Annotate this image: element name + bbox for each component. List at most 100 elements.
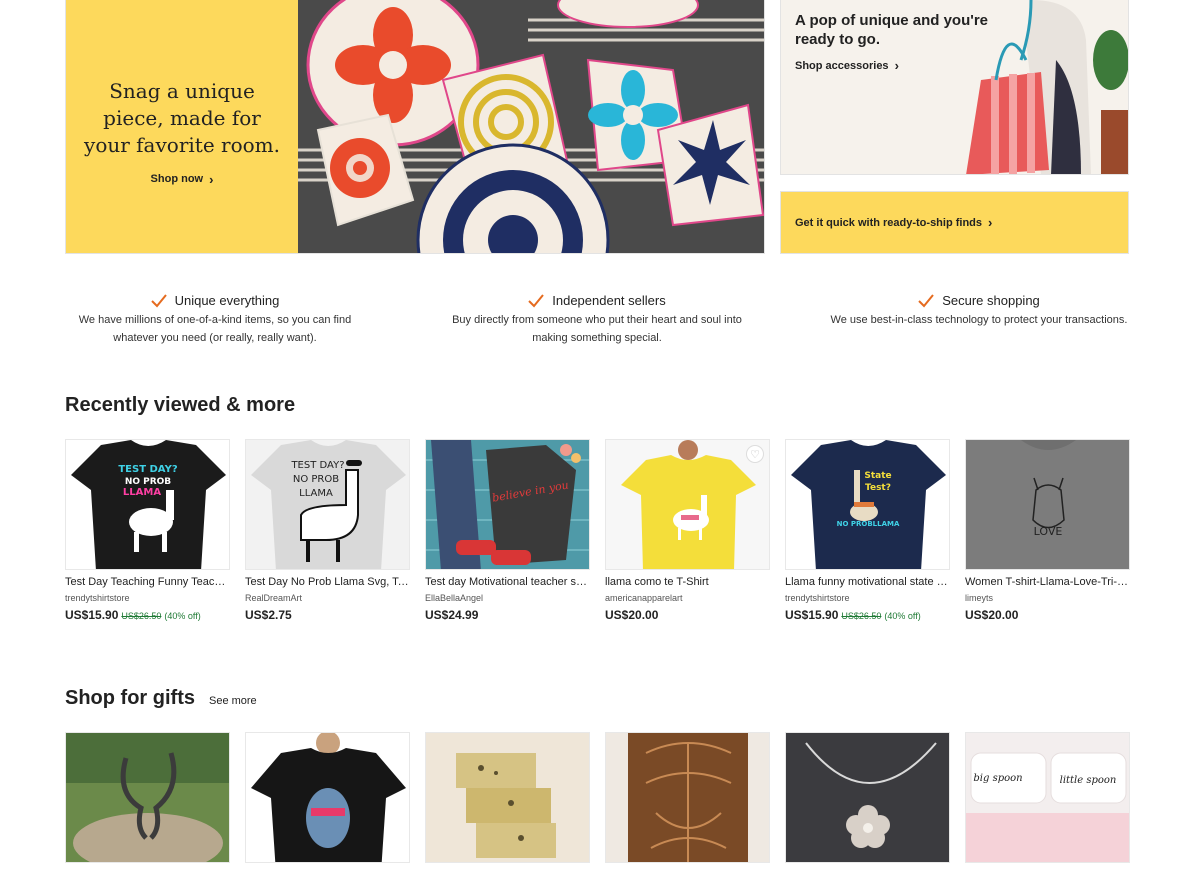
price-original: US$26.50 xyxy=(121,611,162,621)
hero-headline: Snag a unique piece, made for your favor… xyxy=(84,78,280,157)
listing-title[interactable]: Llama funny motivational state test shir… xyxy=(785,576,950,588)
gift-card[interactable] xyxy=(65,732,230,863)
listing-price: US$20.00 xyxy=(965,608,1130,622)
svg-text:TEST DAY?: TEST DAY? xyxy=(118,464,177,475)
soap-bars-image xyxy=(426,733,589,862)
shop-name[interactable]: trendytshirtstore xyxy=(65,593,230,603)
listing-image: believe in you xyxy=(425,439,590,570)
value-prop-title: Secure shopping xyxy=(942,293,1040,308)
svg-text:TEST DAY?: TEST DAY? xyxy=(290,460,344,471)
price-original: US$26.50 xyxy=(841,611,882,621)
gift-card[interactable] xyxy=(425,732,590,863)
ready-to-ship-banner[interactable]: Get it quick with ready-to-ship finds › xyxy=(780,191,1129,254)
gifts-heading: Shop for gifts See more xyxy=(65,687,257,710)
checkmark-icon xyxy=(528,293,545,307)
price-current: US$20.00 xyxy=(605,608,659,622)
wood-carving-image xyxy=(606,733,769,862)
graphic-tshirt-image xyxy=(246,733,409,862)
gift-card[interactable] xyxy=(245,732,410,863)
navy-llama-tshirt-image: State Test? NO PROBLLAMA xyxy=(786,440,949,569)
value-prop-desc: Buy directly from someone who put their … xyxy=(452,314,742,344)
listing-image: LOVE xyxy=(965,439,1130,570)
svg-text:little spoon: little spoon xyxy=(1060,775,1117,786)
listing-card[interactable]: State Test? NO PROBLLAMA Llama funny mot… xyxy=(785,439,950,622)
gift-image xyxy=(425,732,590,863)
gifts-grid: big spoon little spoon xyxy=(65,732,1130,863)
price-discount: (40% off) xyxy=(884,611,921,621)
svg-text:State: State xyxy=(864,471,891,481)
listing-title[interactable]: Women T-shirt-Llama-Love-Tri-Blend xyxy=(965,576,1130,588)
shop-accessories-label: Shop accessories xyxy=(795,59,889,72)
checkmark-icon xyxy=(150,293,167,307)
grey-llama-love-tshirt-image: LOVE xyxy=(966,440,1129,569)
yellow-llama-tshirt-image xyxy=(606,440,769,569)
value-prop-secure: Secure shopping We use best-in-class tec… xyxy=(829,293,1129,347)
value-prop-sellers: Independent sellers Buy directly from so… xyxy=(447,293,747,347)
listing-title[interactable]: Test Day No Prob Llama Svg, Teacher Svg xyxy=(245,576,410,588)
listing-image: TEST DAY? NO PROB LLAMA xyxy=(65,439,230,570)
svg-text:LLAMA: LLAMA xyxy=(123,487,161,498)
listing-title[interactable]: Test Day Teaching Funny Teacher Shirt xyxy=(65,576,230,588)
shop-name[interactable]: limeyts xyxy=(965,593,1130,603)
listing-image: ♡ xyxy=(605,439,770,570)
gift-card[interactable] xyxy=(605,732,770,863)
shop-now-label: Shop now xyxy=(150,173,204,185)
see-more-link[interactable]: See more xyxy=(209,695,257,707)
price-current: US$2.75 xyxy=(245,608,292,622)
listing-price: US$15.90 US$26.50 (40% off) xyxy=(785,608,950,622)
favorite-heart-icon[interactable]: ♡ xyxy=(746,445,764,463)
shop-name[interactable]: EllaBellaAngel xyxy=(425,593,590,603)
shop-name[interactable]: RealDreamArt xyxy=(245,593,410,603)
chevron-right-icon: › xyxy=(209,171,214,187)
gift-image xyxy=(245,732,410,863)
listing-price: US$2.75 xyxy=(245,608,410,622)
svg-text:Test?: Test? xyxy=(865,483,891,493)
listing-price: US$24.99 xyxy=(425,608,590,622)
flower-necklace-image xyxy=(786,733,949,862)
hero-text-panel: Snag a unique piece, made for your favor… xyxy=(66,0,298,253)
shop-accessories-link[interactable]: Shop accessories › xyxy=(795,59,899,72)
listing-card[interactable]: believe in you Test day Motivational tea… xyxy=(425,439,590,622)
gift-image xyxy=(65,732,230,863)
listing-price: US$20.00 xyxy=(605,608,770,622)
price-discount: (40% off) xyxy=(164,611,201,621)
chevron-right-icon: › xyxy=(988,215,993,230)
gift-card[interactable]: big spoon little spoon xyxy=(965,732,1130,863)
svg-text:LLAMA: LLAMA xyxy=(299,488,333,499)
value-prop-title: Unique everything xyxy=(174,293,280,308)
metal-sculpture-image xyxy=(66,733,229,862)
listing-image: TEST DAY? NO PROB LLAMA xyxy=(245,439,410,570)
ready-to-ship-label: Get it quick with ready-to-ship finds xyxy=(795,216,983,229)
hero-banner-home[interactable]: Snag a unique piece, made for your favor… xyxy=(65,0,765,254)
value-prop-title: Independent sellers xyxy=(552,293,666,308)
value-props: Unique everything We have millions of on… xyxy=(65,293,1129,347)
listing-card[interactable]: ♡ llama como te T-Shirt americanapparela… xyxy=(605,439,770,622)
flatlay-tshirt-image: believe in you xyxy=(426,440,589,569)
gift-image xyxy=(785,732,950,863)
chevron-right-icon: › xyxy=(894,58,899,73)
shop-now-link[interactable]: Shop now › xyxy=(151,173,214,186)
listing-card[interactable]: TEST DAY? NO PROB LLAMA Test Day No Prob… xyxy=(245,439,410,622)
listing-price: US$15.90 US$26.50 (40% off) xyxy=(65,608,230,622)
value-prop-desc: We have millions of one-of-a-kind items,… xyxy=(78,314,352,344)
accessories-banner[interactable]: A pop of unique and you're ready to go. … xyxy=(780,0,1129,175)
shop-name[interactable]: americanapparelart xyxy=(605,593,770,603)
shop-name[interactable]: trendytshirtstore xyxy=(785,593,950,603)
gift-card[interactable] xyxy=(785,732,950,863)
recently-viewed-grid: TEST DAY? NO PROB LLAMA Test Day Teachin… xyxy=(65,439,1130,622)
listing-card[interactable]: TEST DAY? NO PROB LLAMA Test Day Teachin… xyxy=(65,439,230,622)
price-current: US$24.99 xyxy=(425,608,479,622)
listing-image: State Test? NO PROBLLAMA xyxy=(785,439,950,570)
svg-text:LOVE: LOVE xyxy=(1034,525,1063,538)
gifts-title: Shop for gifts xyxy=(65,687,195,709)
value-prop-desc: We use best-in-class technology to prote… xyxy=(830,314,1128,326)
checkmark-icon xyxy=(918,293,934,307)
price-current: US$15.90 xyxy=(65,608,119,622)
hero-pillows-image xyxy=(298,0,764,253)
black-llama-tshirt-image: TEST DAY? NO PROB LLAMA xyxy=(66,440,229,569)
listing-title[interactable]: llama como te T-Shirt xyxy=(605,576,770,588)
listing-card[interactable]: LOVE Women T-shirt-Llama-Love-Tri-Blend … xyxy=(965,439,1130,622)
listing-title[interactable]: Test day Motivational teacher shirt xyxy=(425,576,590,588)
spoon-pillowcases-image: big spoon little spoon xyxy=(966,733,1129,862)
value-prop-unique: Unique everything We have millions of on… xyxy=(65,293,365,347)
